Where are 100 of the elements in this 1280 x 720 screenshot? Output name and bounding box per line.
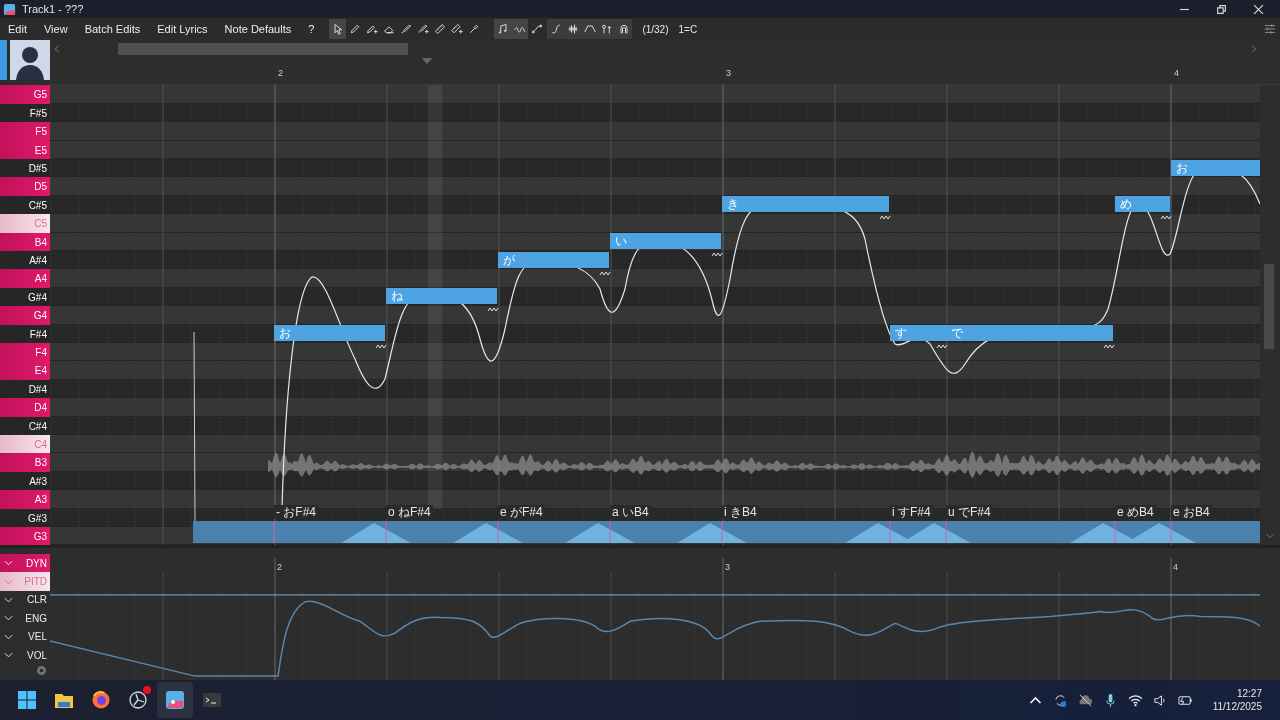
- piano-key[interactable]: G4: [0, 306, 50, 325]
- bar-number: 2: [277, 562, 282, 572]
- phoneme-label[interactable]: e おB4: [1171, 505, 1212, 519]
- browser-icon: [91, 690, 111, 710]
- piano-key[interactable]: D#5: [0, 159, 50, 177]
- clock-date[interactable]: 11/12/2025: [1212, 700, 1262, 713]
- expression-tab[interactable]: ENG: [0, 609, 50, 628]
- menu-item[interactable]: Note Defaults: [218, 23, 298, 35]
- chevron-icon: [4, 596, 13, 603]
- brush-icon: [399, 23, 412, 35]
- piano-key[interactable]: C#4: [0, 417, 50, 435]
- terminal-icon: [202, 690, 222, 710]
- piano-key[interactable]: E4: [0, 361, 50, 380]
- piano-key[interactable]: D5: [0, 177, 50, 196]
- horizontal-scrollbar[interactable]: [118, 42, 408, 55]
- piano-key[interactable]: F#4: [0, 325, 50, 343]
- piano-key[interactable]: E5: [0, 141, 50, 159]
- menu-item[interactable]: Batch Edits: [78, 23, 147, 35]
- pitch-toggle-button[interactable]: [511, 19, 529, 39]
- chevron-icon: [4, 560, 13, 567]
- piano-key[interactable]: A#4: [0, 251, 50, 269]
- ruler-plus-icon: [450, 23, 463, 35]
- ruler-icon: [433, 23, 446, 35]
- piano-key[interactable]: F#5: [0, 104, 50, 122]
- vibrato-icon[interactable]: [375, 343, 387, 350]
- settings-icon[interactable]: [35, 664, 48, 678]
- vibrato-icon[interactable]: [711, 251, 723, 258]
- ramp-icon: [549, 23, 562, 35]
- expression-tab[interactable]: DYN: [0, 554, 50, 573]
- menu-item[interactable]: Edit: [2, 23, 33, 35]
- arch-icon: [617, 23, 630, 35]
- piano-key[interactable]: F5: [0, 122, 50, 141]
- vibrato-icon[interactable]: [936, 343, 948, 350]
- vibrato-icon[interactable]: [599, 269, 611, 276]
- app-icon: [3, 2, 16, 16]
- expression-tab[interactable]: CLR: [0, 590, 50, 610]
- close-icon[interactable]: [1253, 3, 1264, 15]
- vertical-scrollbar[interactable]: [1264, 264, 1274, 349]
- phoneme-label[interactable]: o ねF#4: [386, 505, 433, 519]
- maximize-button[interactable]: [1216, 3, 1227, 15]
- avatar-icon: [10, 40, 50, 80]
- bar-number: 4: [1173, 562, 1178, 572]
- phoneme-label[interactable]: a いB4: [610, 505, 651, 519]
- clock-time[interactable]: 12:27: [1236, 687, 1262, 700]
- piano-key[interactable]: G3: [0, 527, 50, 545]
- wifi-icon[interactable]: [1127, 692, 1143, 708]
- select-tool-button[interactable]: [329, 19, 347, 39]
- menu-item[interactable]: Edit Lyrics: [151, 23, 214, 35]
- note-toggle-button[interactable]: [494, 19, 512, 39]
- settings-icon[interactable]: [1264, 23, 1276, 35]
- note-icon: [496, 23, 509, 35]
- expression-tab[interactable]: VEL: [0, 627, 50, 646]
- phoneme-label[interactable]: e がF#4: [498, 505, 545, 519]
- waveform-icon: [566, 23, 579, 35]
- dropper-icon: [467, 23, 480, 35]
- phoneme-label[interactable]: i すF#4: [890, 505, 933, 519]
- pitch-point-icon: [530, 23, 543, 35]
- editor-app-button[interactable]: [157, 682, 193, 718]
- piano-key[interactable]: B3: [0, 453, 50, 472]
- expression-tab[interactable]: VOL: [0, 645, 50, 665]
- cloud-off-icon[interactable]: [1077, 692, 1093, 708]
- arch-toggle-button[interactable]: [615, 19, 633, 39]
- phoneme-label[interactable]: u でF#4: [946, 505, 993, 519]
- piano-key[interactable]: C#5: [0, 196, 50, 214]
- ramp-toggle-button[interactable]: [547, 19, 565, 39]
- menu-item[interactable]: View: [37, 23, 74, 35]
- piano-key[interactable]: D4: [0, 398, 50, 417]
- piano-key[interactable]: D#4: [0, 380, 50, 398]
- piano-key[interactable]: A3: [0, 490, 50, 509]
- chevron-icon: [4, 652, 13, 659]
- vibrato-icon[interactable]: [1103, 343, 1115, 350]
- pencil-icon: [348, 23, 361, 35]
- chevron-icon: [4, 615, 13, 622]
- snap-setting[interactable]: (1/32): [642, 23, 669, 35]
- bar-number: 3: [725, 562, 730, 572]
- timeline-ruler[interactable]: 2 3 4: [50, 57, 1280, 85]
- trapezoid-icon: [583, 23, 596, 35]
- menu-item[interactable]: ?: [302, 23, 321, 35]
- piano-key[interactable]: F4: [0, 343, 50, 361]
- phoneme-label[interactable]: - おF#4: [274, 505, 318, 519]
- piano-key[interactable]: G#3: [0, 509, 50, 527]
- position-marker-icon[interactable]: [421, 57, 433, 65]
- vibrato-icon[interactable]: [879, 214, 891, 221]
- phoneme-label[interactable]: i きB4: [722, 505, 759, 519]
- vibrato-icon[interactable]: [1160, 214, 1172, 221]
- piano-key[interactable]: G#4: [0, 288, 50, 306]
- phoneme-label[interactable]: e めB4: [1115, 505, 1156, 519]
- eraser-icon: [382, 23, 395, 35]
- vibrato-icon[interactable]: [487, 306, 499, 313]
- piano-key[interactable]: B4: [0, 233, 50, 251]
- volume-icon[interactable]: [1152, 692, 1168, 708]
- piano-key[interactable]: A#3: [0, 472, 50, 490]
- piano-key[interactable]: A4: [0, 269, 50, 288]
- piano-key[interactable]: G5: [0, 85, 50, 104]
- sync-icon[interactable]: [1052, 692, 1068, 708]
- key-setting[interactable]: 1=C: [678, 23, 698, 35]
- pointer-icon: [331, 23, 344, 35]
- brush-plus-icon: [416, 23, 429, 35]
- pins-icon: [600, 23, 613, 35]
- track-color-bar: [0, 40, 7, 80]
